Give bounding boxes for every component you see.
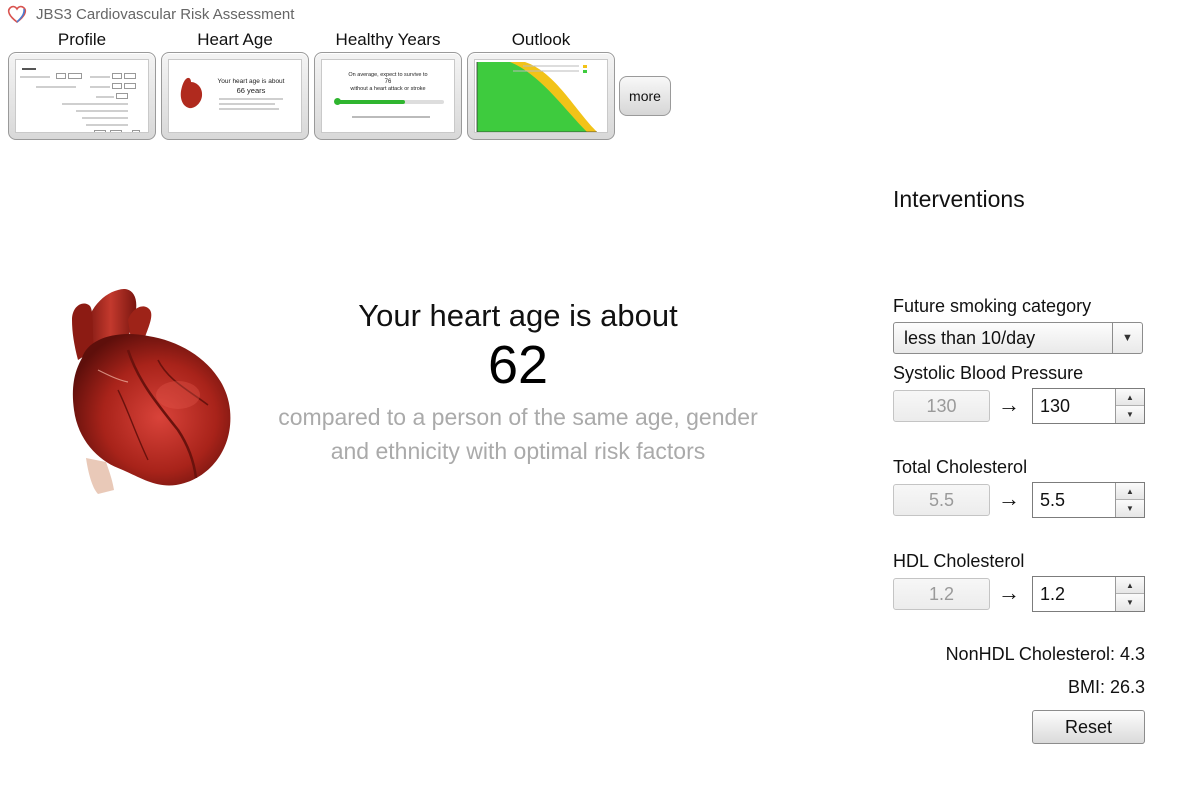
total-chol-decrement-icon[interactable]: ▼ bbox=[1116, 500, 1144, 517]
comparison-line-2: and ethnicity with optimal risk factors bbox=[330, 438, 706, 464]
healthy-years-thumb-value: 76 bbox=[384, 79, 392, 85]
tab-healthy-years[interactable]: Healthy Years On average, expect to surv… bbox=[314, 30, 462, 140]
outlook-thumb-chart bbox=[476, 62, 597, 132]
heart-age-value: 62 bbox=[487, 335, 549, 395]
profile-thumbnail-preview bbox=[15, 59, 149, 133]
tab-healthy-years-thumbnail[interactable]: On average, expect to survive to 76 with… bbox=[314, 52, 462, 140]
more-button[interactable]: more bbox=[619, 76, 671, 116]
sbp-stepper-buttons: ▲ ▼ bbox=[1115, 389, 1144, 423]
smoking-label: Future smoking category bbox=[893, 296, 1092, 316]
bmi-readout: BMI: 26.3 bbox=[1067, 677, 1145, 697]
hdl-chol-label: HDL Cholesterol bbox=[893, 551, 1025, 571]
right-arrow-icon: → bbox=[998, 392, 1020, 417]
hdl-chol-target-stepper[interactable]: 1.2 ▲ ▼ bbox=[1032, 576, 1145, 612]
sbp-increment-icon[interactable]: ▲ bbox=[1116, 389, 1144, 406]
healthy-years-thumbnail-preview: On average, expect to survive to 76 with… bbox=[321, 59, 455, 133]
total-chol-label: Total Cholesterol bbox=[893, 457, 1028, 477]
sbp-current-value: 130 bbox=[893, 390, 990, 422]
sbp-label: Systolic Blood Pressure bbox=[893, 363, 1084, 383]
right-arrow-icon: → bbox=[998, 486, 1020, 511]
smoking-select-value: less than 10/day bbox=[904, 327, 1036, 348]
sbp-target-value[interactable]: 130 bbox=[1040, 396, 1070, 417]
heart-age-headline: Your heart age is about bbox=[358, 298, 678, 333]
healthy-years-thumb-line1: On average, expect to survive to bbox=[348, 72, 428, 78]
heart-age-thumb-age: 66 years bbox=[236, 86, 266, 95]
tab-profile[interactable]: Profile bbox=[8, 30, 156, 140]
tab-outlook[interactable]: Outlook bbox=[467, 30, 615, 140]
heart-age-thumbnail-preview: Your heart age is about 66 years bbox=[168, 59, 302, 133]
sbp-target-stepper[interactable]: 130 ▲ ▼ bbox=[1032, 388, 1145, 424]
hdl-chol-target-value[interactable]: 1.2 bbox=[1040, 584, 1065, 605]
hdl-chol-row: 1.2 → 1.2 ▲ ▼ bbox=[893, 576, 1145, 612]
total-chol-current-value: 5.5 bbox=[893, 484, 990, 516]
tab-outlook-label: Outlook bbox=[511, 30, 571, 49]
hdl-chol-decrement-icon[interactable]: ▼ bbox=[1116, 594, 1144, 611]
total-chol-row: 5.5 → 5.5 ▲ ▼ bbox=[893, 482, 1145, 518]
total-chol-target-stepper[interactable]: 5.5 ▲ ▼ bbox=[1032, 482, 1145, 518]
healthy-years-thumb-line2: without a heart attack or stroke bbox=[350, 86, 426, 92]
tab-heart-age[interactable]: Heart Age Your heart age is about 66 yea… bbox=[161, 30, 309, 140]
tab-heart-age-label: Heart Age bbox=[197, 30, 273, 49]
app-title: JBS3 Cardiovascular Risk Assessment bbox=[36, 5, 295, 23]
heart-outline-icon bbox=[7, 5, 27, 24]
tab-healthy-years-label: Healthy Years bbox=[335, 30, 441, 49]
comparison-line-1: compared to a person of the same age, ge… bbox=[278, 404, 758, 430]
healthy-years-thumb-slider bbox=[334, 98, 444, 105]
view-tabs: Profile Heart Age Your heart age is abou… bbox=[8, 30, 615, 140]
tab-heart-age-thumbnail[interactable]: Your heart age is about 66 years bbox=[161, 52, 309, 140]
sbp-decrement-icon[interactable]: ▼ bbox=[1116, 406, 1144, 423]
nonhdl-cholesterol-readout: NonHDL Cholesterol: 4.3 bbox=[945, 644, 1145, 664]
sbp-row: 130 → 130 ▲ ▼ bbox=[893, 388, 1145, 424]
heart-age-result: Your heart age is about 62 compared to a… bbox=[250, 296, 786, 468]
heart-age-thumb-title: Your heart age is about bbox=[217, 78, 285, 85]
tab-outlook-thumbnail[interactable] bbox=[467, 52, 615, 140]
total-chol-stepper-buttons: ▲ ▼ bbox=[1115, 483, 1144, 517]
app-window: JBS3 Cardiovascular Risk Assessment Prof… bbox=[0, 0, 1200, 786]
title-bar: JBS3 Cardiovascular Risk Assessment bbox=[6, 4, 294, 24]
tab-profile-thumbnail[interactable] bbox=[8, 52, 156, 140]
right-arrow-icon: → bbox=[998, 580, 1020, 605]
total-chol-increment-icon[interactable]: ▲ bbox=[1116, 483, 1144, 500]
hdl-chol-stepper-buttons: ▲ ▼ bbox=[1115, 577, 1144, 611]
total-chol-target-value[interactable]: 5.5 bbox=[1040, 490, 1065, 511]
outlook-thumbnail-preview bbox=[474, 59, 608, 133]
tab-profile-label: Profile bbox=[57, 30, 107, 49]
comparison-text: compared to a person of the same age, ge… bbox=[250, 400, 786, 468]
hdl-chol-increment-icon[interactable]: ▲ bbox=[1116, 577, 1144, 594]
interventions-title: Interventions bbox=[893, 186, 1025, 212]
hdl-chol-current-value: 1.2 bbox=[893, 578, 990, 610]
chevron-down-icon[interactable]: ▼ bbox=[1112, 323, 1142, 353]
reset-button[interactable]: Reset bbox=[1032, 710, 1145, 744]
heart-image bbox=[72, 288, 231, 494]
smoking-select[interactable]: less than 10/day ▼ bbox=[893, 322, 1143, 354]
